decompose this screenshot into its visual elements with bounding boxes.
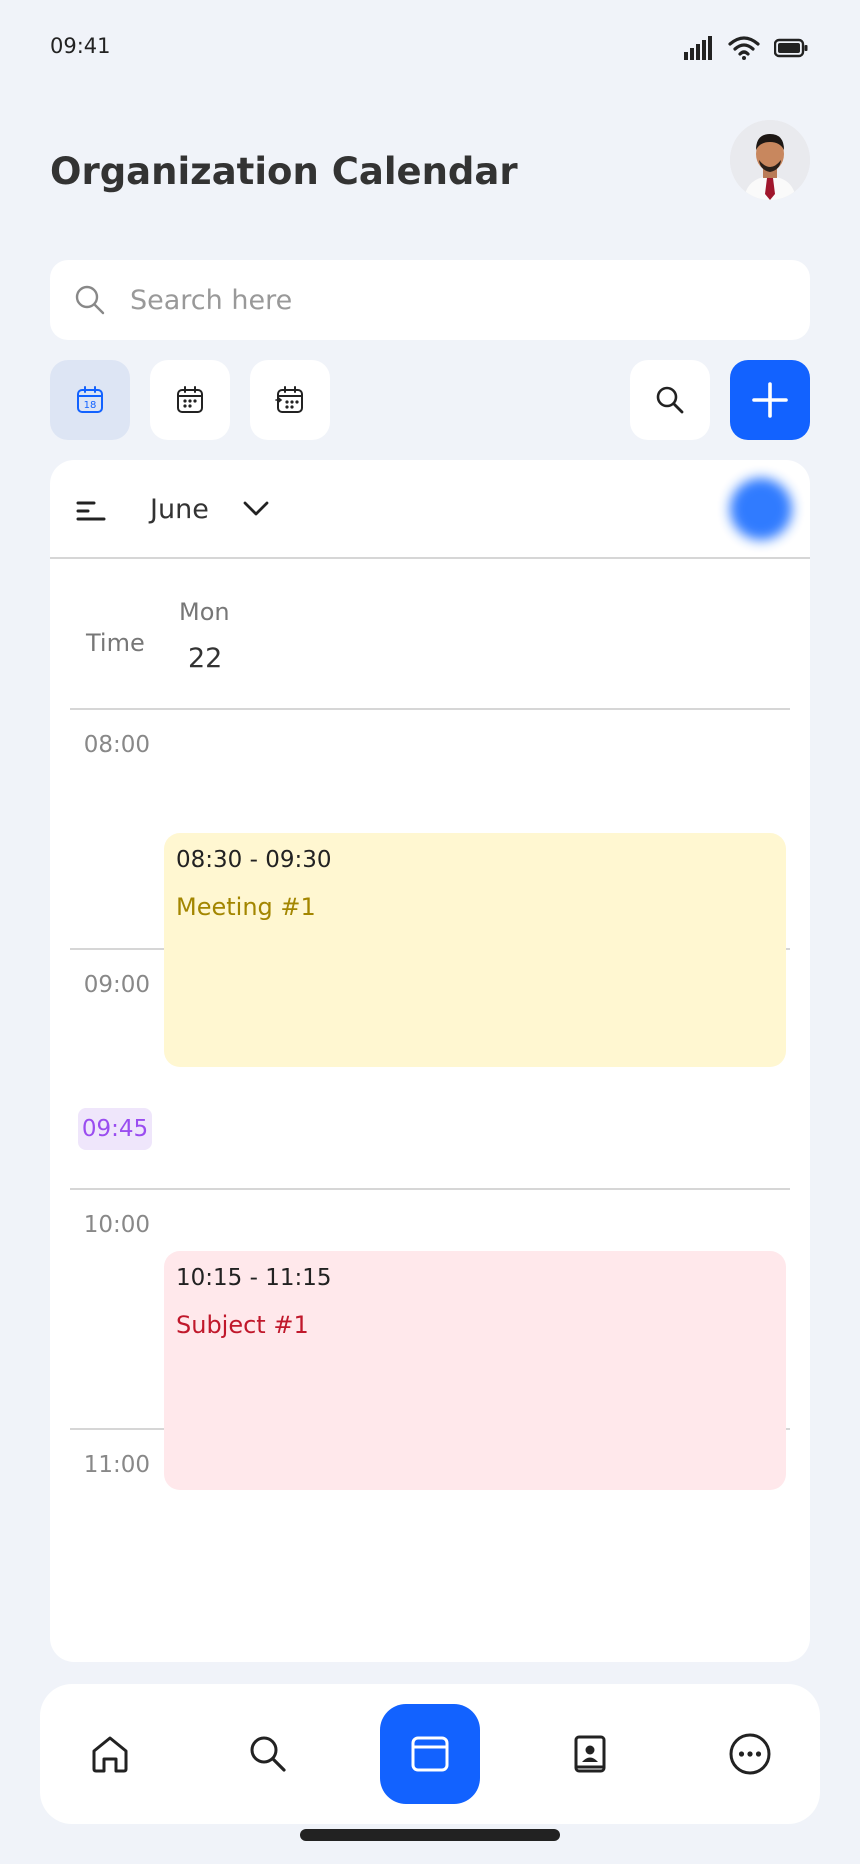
sync-indicator <box>730 478 792 540</box>
search-input[interactable] <box>130 260 770 340</box>
page-title: Organization Calendar <box>50 150 518 193</box>
chevron-down-icon[interactable] <box>242 500 270 518</box>
day-number[interactable]: 22 <box>188 643 222 674</box>
search-bar[interactable] <box>50 260 810 340</box>
add-event-button[interactable] <box>730 360 810 440</box>
calendar-schedule-icon <box>275 386 303 413</box>
nav-more[interactable] <box>720 1724 780 1784</box>
hour-label: 09:00 <box>83 972 150 998</box>
nav-search[interactable] <box>238 1724 298 1784</box>
event-time: 10:15 - 11:15 <box>176 1265 332 1291</box>
day-view-button[interactable]: 18 <box>50 360 130 440</box>
nav-contacts[interactable] <box>560 1724 620 1784</box>
plus-icon <box>752 382 788 418</box>
month-selector[interactable]: June <box>150 494 209 525</box>
avatar[interactable] <box>730 120 810 200</box>
schedule-view-button[interactable] <box>250 360 330 440</box>
home-indicator <box>300 1829 560 1841</box>
calendar-day-icon: 18 <box>77 386 103 413</box>
wifi-icon <box>728 36 760 60</box>
calendar-card: June Time Mon 22 08:00 09:00 10:00 11:00… <box>50 460 810 1662</box>
event-title: Meeting #1 <box>176 893 316 921</box>
event-title: Subject #1 <box>176 1311 309 1339</box>
week-view-button[interactable] <box>150 360 230 440</box>
current-time-badge: 09:45 <box>78 1108 152 1150</box>
divider <box>70 1188 790 1190</box>
hour-label: 10:00 <box>83 1212 150 1238</box>
calendar-icon <box>411 1736 449 1772</box>
event-time: 08:30 - 09:30 <box>176 847 332 873</box>
search-button[interactable] <box>630 360 710 440</box>
more-icon <box>729 1733 771 1775</box>
nav-home[interactable] <box>80 1724 140 1784</box>
contacts-icon <box>574 1735 606 1773</box>
battery-icon <box>774 38 808 58</box>
divider <box>50 557 810 559</box>
hour-label: 08:00 <box>83 732 150 758</box>
search-icon <box>75 285 105 315</box>
search-icon <box>656 386 684 414</box>
status-time: 09:41 <box>50 34 111 58</box>
event-card[interactable]: 08:30 - 09:30 Meeting #1 <box>164 833 786 1067</box>
time-column-label: Time <box>86 629 145 657</box>
svg-text:18: 18 <box>84 400 97 411</box>
signal-icon <box>684 36 712 60</box>
hour-label: 11:00 <box>83 1452 150 1478</box>
day-name: Mon <box>179 598 230 626</box>
home-icon <box>92 1736 128 1773</box>
event-card[interactable]: 10:15 - 11:15 Subject #1 <box>164 1251 786 1490</box>
search-icon <box>250 1736 286 1772</box>
status-icons <box>684 36 808 60</box>
calendar-week-icon <box>177 386 203 413</box>
filter-icon[interactable] <box>76 500 106 522</box>
divider <box>70 708 790 710</box>
nav-calendar[interactable] <box>380 1704 480 1804</box>
bottom-nav <box>40 1684 820 1824</box>
